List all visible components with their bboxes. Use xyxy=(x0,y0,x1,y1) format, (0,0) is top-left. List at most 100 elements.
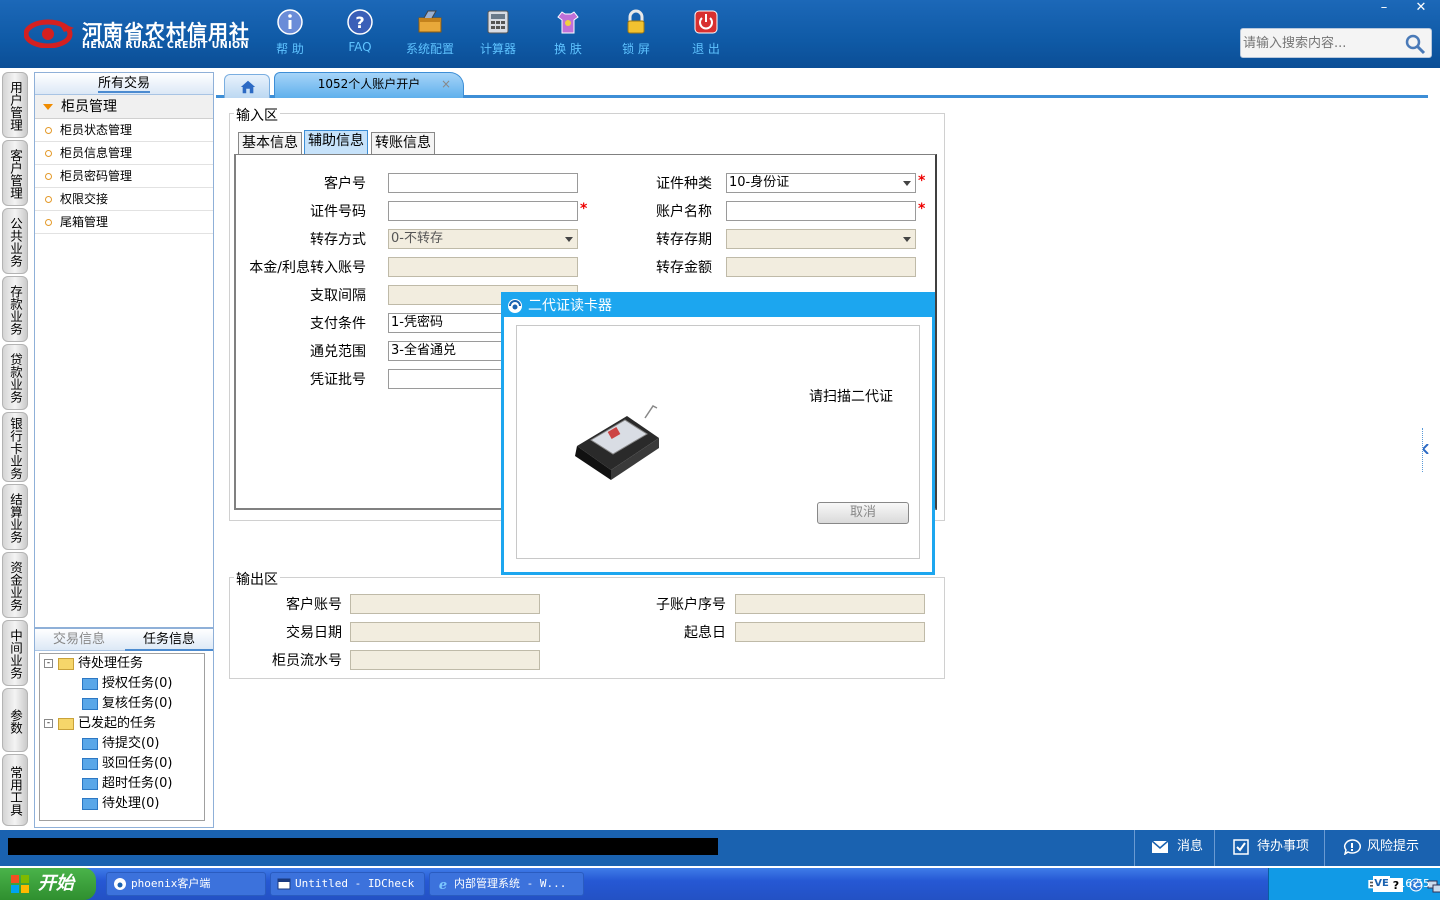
faq-button[interactable]: ? FAQ xyxy=(326,8,394,60)
taskbar-window-label: 内部管理系统 - W... xyxy=(454,877,567,890)
tree-node-to-process[interactable]: 待处理(0) xyxy=(82,794,159,814)
folder-icon xyxy=(82,757,98,770)
collapse-handle[interactable] xyxy=(1422,428,1429,472)
taskbar-window-internal-system[interactable]: e 内部管理系统 - W... xyxy=(429,872,584,896)
vtab-customer-management[interactable]: 客户管理 xyxy=(2,140,28,206)
messages-button[interactable]: 消息 xyxy=(1134,830,1214,866)
collapse-toggle-icon[interactable]: - xyxy=(44,659,53,668)
system-config-button[interactable]: 系统配置 xyxy=(396,8,464,60)
task-panel-tabs: 交易信息 任务信息 xyxy=(35,629,213,651)
logo-mark-icon xyxy=(24,19,74,48)
tree-node-review[interactable]: 复核任务(0) xyxy=(82,694,172,714)
close-button[interactable]: ✕ xyxy=(1403,0,1439,18)
help-label: 帮 助 xyxy=(276,42,304,56)
tree-node-pending[interactable]: - 待处理任务 xyxy=(44,654,143,674)
bullet-icon xyxy=(45,196,52,203)
interest-account-input[interactable] xyxy=(388,257,578,277)
account-name-label: 账户名称 xyxy=(656,204,712,220)
tray-badge[interactable]: VE xyxy=(1373,876,1390,892)
account-name-input[interactable] xyxy=(726,201,916,221)
tab-personal-account-opening[interactable]: 1052个人账户开户 × xyxy=(274,72,464,98)
tree-node-authorize[interactable]: 授权任务(0) xyxy=(82,674,172,694)
tree-node-timeout[interactable]: 超时任务(0) xyxy=(82,774,172,794)
tab-close-icon[interactable]: × xyxy=(441,73,451,95)
menu-item-teller-info[interactable]: 柜员信息管理 xyxy=(35,142,213,165)
help-button[interactable]: 帮 助 xyxy=(256,8,324,60)
tab-transfer-info[interactable]: 转账信息 xyxy=(371,132,435,154)
vtab-intermediary-business[interactable]: 中间业务 xyxy=(2,620,28,686)
menu-item-teller-status[interactable]: 柜员状态管理 xyxy=(35,119,213,142)
dialog-title: 二代证读卡器 xyxy=(528,298,612,314)
tab-transaction-info[interactable]: 交易信息 xyxy=(35,629,123,651)
dialog-body: 请扫描二代证 取消 xyxy=(516,325,920,559)
vtab-loan-business[interactable]: 贷款业务 xyxy=(2,344,28,410)
minimize-button[interactable]: – xyxy=(1366,0,1402,18)
exit-button[interactable]: 退 出 xyxy=(672,8,740,60)
customer-id-input[interactable] xyxy=(388,173,578,193)
menu-item-permission-handover[interactable]: 权限交接 xyxy=(35,188,213,211)
tree-node-label: 已发起的任务 xyxy=(78,716,157,731)
rollover-amount-input[interactable] xyxy=(726,257,916,277)
internet-explorer-icon: e xyxy=(439,878,447,891)
withdraw-interval-label: 支取间隔 xyxy=(310,288,366,304)
lock-screen-button[interactable]: 锁 屏 xyxy=(602,8,670,60)
help-icon: ? xyxy=(347,9,373,35)
home-icon xyxy=(240,80,256,94)
tree-node-label: 复核任务(0) xyxy=(102,696,173,711)
menu-item-cash-box[interactable]: 尾箱管理 xyxy=(35,211,213,234)
tree-node-to-submit[interactable]: 待提交(0) xyxy=(82,734,159,754)
change-skin-label: 换 肤 xyxy=(554,42,582,56)
messages-label: 消息 xyxy=(1177,839,1204,854)
teller-management-group[interactable]: 柜员管理 xyxy=(35,95,213,119)
vtab-deposit-business[interactable]: 存款业务 xyxy=(2,276,28,342)
vtab-public-business[interactable]: 公共业务 xyxy=(2,208,28,274)
transaction-date-output xyxy=(350,622,540,642)
tree-node-initiated[interactable]: - 已发起的任务 xyxy=(44,714,156,734)
tab-basic-info[interactable]: 基本信息 xyxy=(238,132,302,154)
calculator-icon xyxy=(487,10,509,34)
customer-account-label: 客户账号 xyxy=(286,597,342,613)
id-type-label: 证件种类 xyxy=(656,176,712,192)
teller-serial-label: 柜员流水号 xyxy=(272,653,342,669)
checkbox-icon xyxy=(1233,838,1249,855)
start-button[interactable]: 开始 xyxy=(0,868,96,900)
change-skin-button[interactable]: 换 肤 xyxy=(534,8,602,60)
vtab-bank-card-business[interactable]: 银行卡业务 xyxy=(2,412,28,482)
vtab-user-management[interactable]: 用户管理 xyxy=(2,72,28,138)
tree-node-rejected[interactable]: 驳回任务(0) xyxy=(82,754,172,774)
cancel-button[interactable]: 取消 xyxy=(817,502,909,524)
collapse-toggle-icon[interactable]: - xyxy=(44,719,53,728)
todo-label: 待办事项 xyxy=(1257,839,1310,854)
search-input[interactable] xyxy=(1243,33,1403,53)
calculator-button[interactable]: 计算器 xyxy=(464,8,532,60)
rollover-mode-select[interactable]: 0-不转存 xyxy=(388,229,578,249)
folder-icon xyxy=(82,737,98,750)
id-number-input[interactable] xyxy=(388,201,578,221)
window-controls: – ✕ xyxy=(1366,0,1440,18)
taskbar-window-idcheck[interactable]: Untitled - IDCheck xyxy=(270,872,425,896)
tab-auxiliary-info[interactable]: 辅助信息 xyxy=(304,130,368,154)
windows-taskbar: 开始 phoenix客户端 Untitled - IDCheck e 内部管理系… xyxy=(0,868,1440,900)
vtab-parameters[interactable]: 参数 xyxy=(2,688,28,752)
todo-button[interactable]: 待办事项 xyxy=(1214,830,1324,866)
customer-id-label: 客户号 xyxy=(324,176,366,192)
chevron-left-icon xyxy=(1423,444,1429,454)
search-icon[interactable] xyxy=(1403,32,1427,56)
taskbar-window-phoenix[interactable]: phoenix客户端 xyxy=(106,872,266,896)
faq-label: FAQ xyxy=(348,40,372,54)
risk-alert-button[interactable]: 风险提示 xyxy=(1324,830,1440,866)
info-icon xyxy=(277,9,303,35)
all-transactions-title: 所有交易 xyxy=(97,76,150,93)
bullet-icon xyxy=(45,127,52,134)
output-area-legend: 输出区 xyxy=(234,569,280,589)
system-config-label: 系统配置 xyxy=(405,42,454,56)
vtab-fund-business[interactable]: 资金业务 xyxy=(2,552,28,618)
rollover-term-label: 转存存期 xyxy=(656,232,712,248)
vtab-settlement-business[interactable]: 结算业务 xyxy=(2,484,28,550)
tab-home[interactable] xyxy=(224,74,270,98)
vtab-common-tools[interactable]: 常用工具 xyxy=(2,754,28,826)
menu-item-teller-password[interactable]: 柜员密码管理 xyxy=(35,165,213,188)
id-type-select[interactable]: 10-身份证 xyxy=(726,173,916,193)
tab-task-info[interactable]: 任务信息 xyxy=(125,629,213,651)
rollover-term-select[interactable] xyxy=(726,229,916,249)
